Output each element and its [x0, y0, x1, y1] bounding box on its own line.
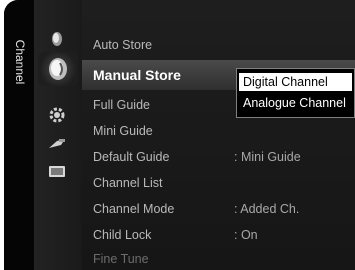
menu-item-label: Full Guide [93, 98, 150, 112]
menu-item-label: Default Guide [93, 150, 170, 164]
channel-menu-window: Channel Auto Store Manual Store Full Gui… [4, 0, 355, 270]
menu-item-mini-guide[interactable]: Mini Guide [82, 118, 355, 144]
menu-item-label: Mini Guide [93, 124, 153, 138]
menu-item-label: Fine Tune [93, 252, 149, 266]
manual-store-submenu: Digital Channel Analogue Channel [236, 68, 355, 118]
menu-item-default-guide[interactable]: Default Guide : Mini Guide [82, 144, 355, 170]
plug-icon[interactable] [44, 133, 70, 155]
menu-item-label: Channel List [93, 176, 163, 190]
menu-item-auto-store[interactable]: Auto Store [82, 32, 355, 58]
menu-item-label: Channel Mode [93, 202, 175, 216]
menu-item-channel-list[interactable]: Channel List [82, 170, 355, 196]
submenu-option-digital-channel[interactable]: Digital Channel [239, 73, 352, 91]
menu-item-value: : Added Ch. [234, 202, 300, 216]
picture-icon[interactable] [44, 28, 70, 50]
menu-item-label: Child Lock [93, 228, 152, 242]
category-icon-column [34, 0, 82, 270]
gear-icon[interactable] [44, 104, 70, 126]
menu-category-label: Channel [4, 0, 34, 270]
menu-item-label: Auto Store [93, 38, 153, 52]
menu-item-value: : Mini Guide [234, 150, 301, 164]
channel-menu-list: Auto Store Manual Store Full Guide Mini … [82, 0, 355, 270]
sound-icon[interactable] [38, 52, 78, 86]
media-icon[interactable] [44, 160, 70, 182]
menu-item-child-lock[interactable]: Child Lock : On [82, 222, 355, 248]
category-title: Channel [13, 39, 27, 85]
menu-item-label: Manual Store [93, 67, 181, 83]
menu-item-value: : On [234, 228, 258, 242]
submenu-option-analogue-channel[interactable]: Analogue Channel [239, 94, 352, 112]
menu-item-channel-mode[interactable]: Channel Mode : Added Ch. [82, 196, 355, 222]
menu-item-fine-tune[interactable]: Fine Tune [82, 246, 355, 270]
